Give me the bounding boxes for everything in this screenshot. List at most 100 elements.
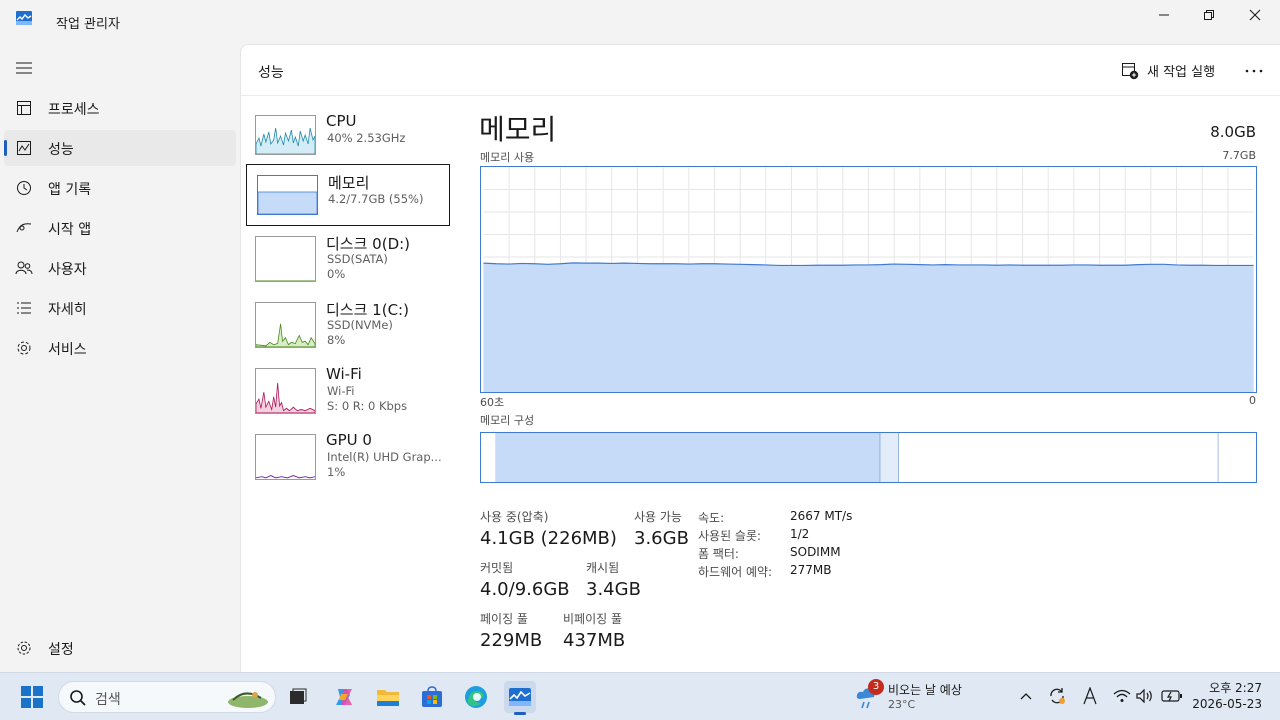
page-title: 성능 bbox=[258, 65, 284, 81]
search-placeholder: 검색 bbox=[95, 692, 121, 708]
more-options-button[interactable] bbox=[1241, 61, 1267, 81]
copilot-button[interactable] bbox=[328, 681, 360, 713]
task-view-icon bbox=[290, 688, 307, 704]
disk1-thumbnail-graph bbox=[255, 302, 316, 348]
edge-button[interactable] bbox=[460, 681, 492, 713]
nonpaged-pool-value: 437MB bbox=[563, 630, 626, 651]
in-use-value: 4.1GB (226MB) bbox=[480, 528, 617, 549]
device-gpu-0[interactable]: GPU 0 Intel(R) UHD Grap... 1% bbox=[246, 430, 450, 492]
active-indicator bbox=[4, 140, 7, 156]
new-task-icon bbox=[1122, 62, 1139, 79]
device-cpu[interactable]: CPU 40% 2.53GHz bbox=[246, 110, 450, 172]
hardware-reserved-value: 277MB bbox=[790, 563, 832, 577]
taskbar-search[interactable]: 검색 bbox=[58, 681, 276, 713]
show-hidden-icons-button[interactable] bbox=[1015, 685, 1037, 707]
device-wifi[interactable]: Wi-Fi Wi-Fi S: 0 R: 0 Kbps bbox=[246, 364, 450, 426]
title-bar: 작업 관리자 bbox=[0, 0, 1280, 44]
sidebar-item-settings[interactable]: 설정 bbox=[4, 630, 236, 666]
performance-icon bbox=[14, 138, 34, 158]
slots-value: 1/2 bbox=[790, 527, 810, 541]
speed-key: 속도: bbox=[698, 511, 725, 525]
sidebar-item-performance[interactable]: 성능 bbox=[4, 130, 236, 166]
battery-button[interactable] bbox=[1161, 685, 1183, 707]
sidebar-item-label: 사용자 bbox=[48, 262, 87, 278]
in-use-label: 사용 중(압축) bbox=[480, 510, 549, 524]
memory-usage-area bbox=[483, 262, 1254, 392]
sidebar-item-processes[interactable]: 프로세스 bbox=[4, 90, 236, 126]
memory-composition-label: 메모리 구성 bbox=[480, 414, 535, 427]
device-sub: 40% 2.53GHz bbox=[327, 131, 406, 145]
wifi-icon bbox=[1113, 689, 1131, 702]
device-name: 디스크 1(C:) bbox=[326, 301, 409, 319]
volume-button[interactable] bbox=[1134, 685, 1156, 707]
chevron-up-icon bbox=[1020, 693, 1032, 700]
available-label: 사용 가능 bbox=[634, 510, 682, 524]
store-button[interactable] bbox=[416, 681, 448, 713]
device-disk-1[interactable]: 디스크 1(C:) SSD(NVMe) 8% bbox=[246, 298, 450, 360]
restore-button[interactable] bbox=[1186, 0, 1232, 30]
edge-icon bbox=[465, 686, 487, 708]
sync-tray-button[interactable] bbox=[1046, 685, 1068, 707]
input-method-button[interactable] bbox=[1079, 685, 1101, 707]
sidebar-item-details[interactable]: 자세히 bbox=[4, 290, 236, 326]
sidebar-item-app-history[interactable]: 앱 기록 bbox=[4, 170, 236, 206]
sidebar-item-services[interactable]: 서비스 bbox=[4, 330, 236, 366]
device-disk-0[interactable]: 디스크 0(D:) SSD(SATA) 0% bbox=[246, 232, 450, 294]
device-name: GPU 0 bbox=[326, 431, 372, 449]
task-manager-taskbar-button[interactable] bbox=[504, 681, 536, 715]
minimize-button[interactable] bbox=[1141, 0, 1187, 30]
sidebar-item-startup-apps[interactable]: 시작 앱 bbox=[4, 210, 236, 246]
file-explorer-button[interactable] bbox=[372, 681, 404, 713]
speed-value: 2667 MT/s bbox=[790, 509, 853, 523]
clock[interactable]: 오후 2:27 2026-05-23 bbox=[1192, 680, 1262, 712]
sidebar-item-label: 설정 bbox=[48, 642, 74, 658]
composition-in-use bbox=[495, 433, 881, 482]
menu-toggle-button[interactable] bbox=[14, 58, 34, 78]
device-sub-2: 8% bbox=[327, 333, 346, 347]
main-panel: 성능 새 작업 실행 CPU 40% 2.53GHz 메모리 4.2/7.7GB… bbox=[240, 44, 1280, 672]
close-icon bbox=[1249, 9, 1261, 21]
task-manager-app-icon bbox=[16, 11, 32, 25]
form-factor-key: 폼 팩터: bbox=[698, 547, 739, 561]
app-history-icon bbox=[14, 178, 34, 198]
main-header: 성능 새 작업 실행 bbox=[241, 45, 1280, 96]
copilot-icon bbox=[336, 689, 352, 705]
device-sub: Intel(R) UHD Grap... bbox=[327, 450, 442, 464]
hardware-reserved-key: 하드웨어 예약: bbox=[698, 565, 773, 579]
sidebar-item-label: 프로세스 bbox=[48, 102, 100, 118]
running-indicator bbox=[514, 712, 526, 715]
nonpaged-pool-label: 비페이징 풀 bbox=[563, 612, 623, 626]
device-memory[interactable]: 메모리 4.2/7.7GB (55%) bbox=[246, 164, 450, 226]
close-button[interactable] bbox=[1232, 0, 1278, 30]
taskbar: 검색 3 비오는 날 예상 23°C 오후 2:27 2026-05-23 bbox=[0, 672, 1280, 720]
device-name: CPU bbox=[326, 112, 357, 130]
sidebar-item-label: 앱 기록 bbox=[48, 182, 92, 198]
composition-standby bbox=[899, 433, 1219, 482]
available-value: 3.6GB bbox=[634, 528, 689, 549]
run-new-task-label: 새 작업 실행 bbox=[1147, 65, 1216, 80]
sync-icon bbox=[1050, 688, 1065, 704]
gear-icon bbox=[14, 638, 34, 658]
weather-badge: 3 bbox=[868, 679, 884, 695]
device-sub: 4.2/7.7GB (55%) bbox=[328, 192, 424, 206]
run-new-task-button[interactable]: 새 작업 실행 bbox=[1121, 61, 1215, 80]
startup-apps-icon bbox=[14, 218, 34, 238]
composition-modified bbox=[880, 433, 900, 482]
cached-value: 3.4GB bbox=[586, 579, 641, 600]
search-highlight-icon bbox=[228, 692, 268, 708]
memory-composition-bar bbox=[480, 432, 1257, 483]
graph-axis-right: 0 bbox=[1249, 394, 1256, 407]
search-icon bbox=[70, 690, 86, 706]
sidebar-item-users[interactable]: 사용자 bbox=[4, 250, 236, 286]
committed-label: 커밋됨 bbox=[480, 561, 514, 575]
task-view-button[interactable] bbox=[282, 681, 314, 713]
network-button[interactable] bbox=[1111, 685, 1133, 707]
weather-text: 비오는 날 예상 bbox=[888, 683, 962, 697]
disk0-thumbnail-graph bbox=[255, 236, 316, 282]
start-button[interactable] bbox=[16, 681, 48, 713]
form-factor-value: SODIMM bbox=[790, 545, 841, 559]
wifi-thumbnail-graph bbox=[255, 368, 316, 414]
memory-usage-label: 메모리 사용 bbox=[480, 151, 535, 164]
detail-title: 메모리 bbox=[479, 113, 557, 146]
cached-label: 캐시됨 bbox=[586, 561, 620, 575]
